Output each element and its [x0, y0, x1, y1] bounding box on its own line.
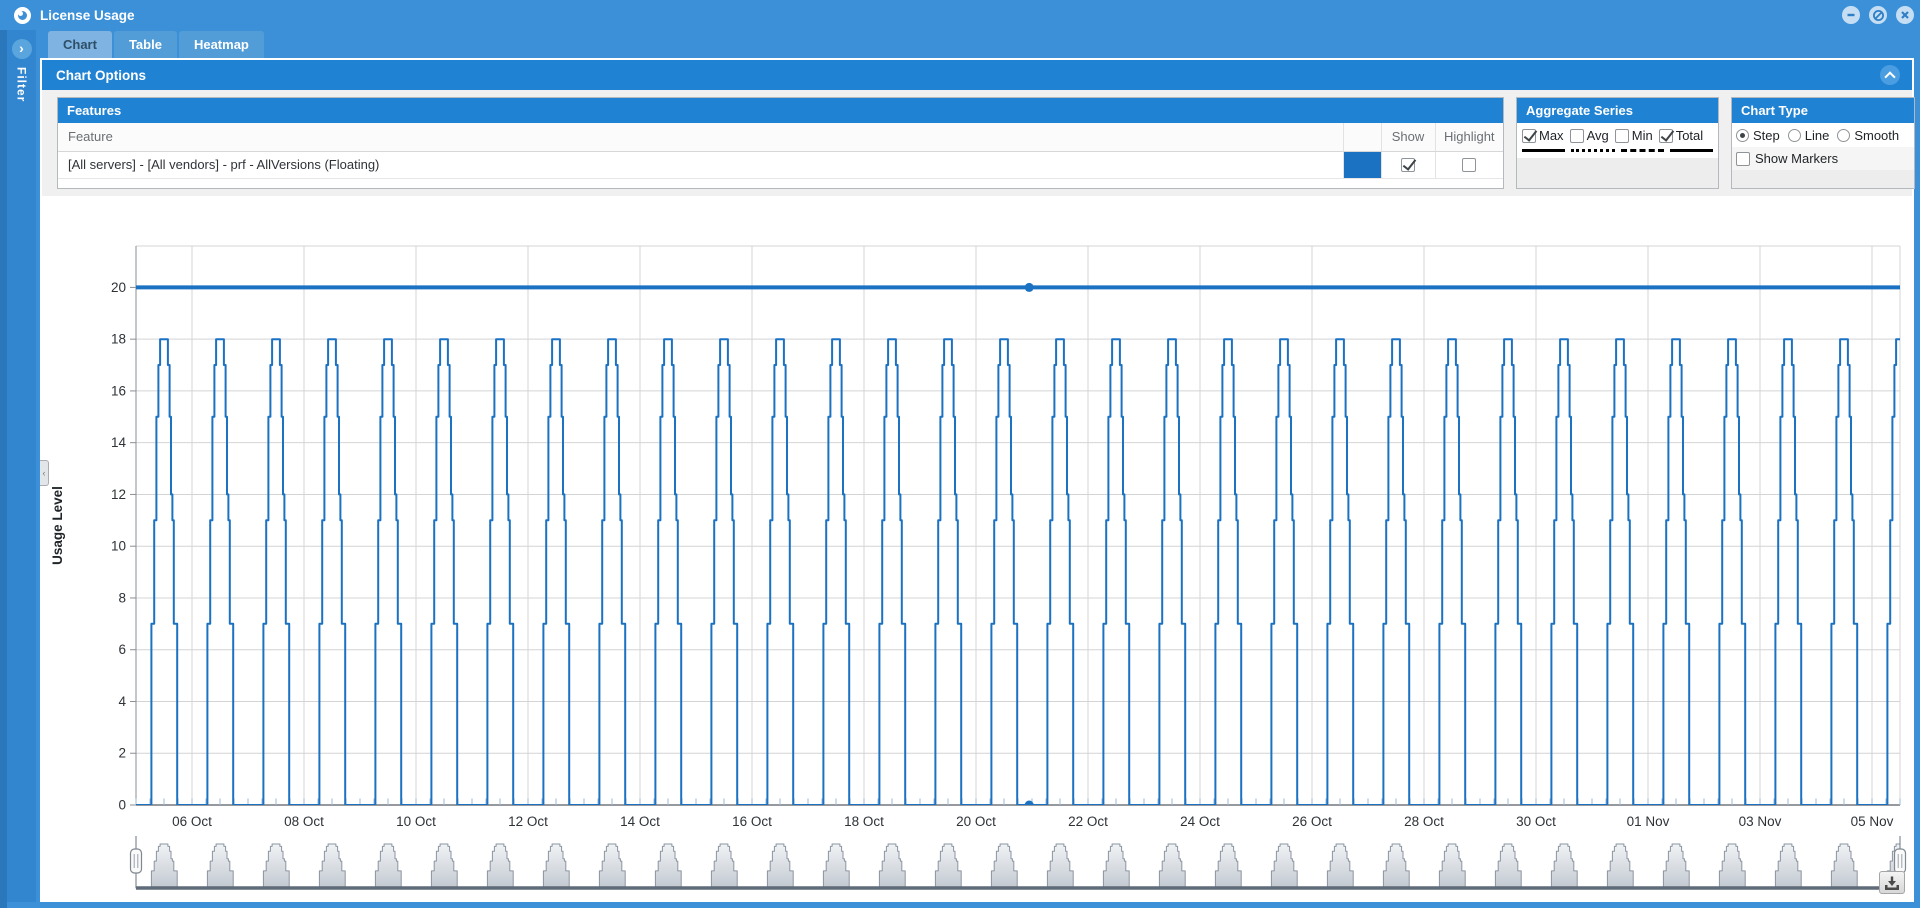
download-chart-button[interactable] [1879, 871, 1905, 894]
show-checkbox[interactable] [1401, 158, 1415, 173]
svg-text:6: 6 [118, 642, 126, 657]
maximize-button[interactable] [1869, 6, 1887, 24]
min-checkbox[interactable] [1614, 128, 1629, 143]
feature-row[interactable]: [All servers] - [All vendors] - prf - Al… [58, 151, 1503, 179]
max-line-style-sample [1522, 147, 1566, 152]
total-label: Total [1675, 128, 1704, 143]
svg-text:03 Nov: 03 Nov [1739, 814, 1782, 829]
svg-text:24 Oct: 24 Oct [1180, 814, 1220, 829]
smooth-label: Smooth [1854, 128, 1900, 143]
svg-text:14 Oct: 14 Oct [620, 814, 660, 829]
column-header-color [1342, 123, 1381, 152]
tab-heatmap[interactable]: Heatmap [178, 31, 264, 58]
show-markers-checkbox[interactable] [1736, 151, 1750, 166]
svg-text:08 Oct: 08 Oct [284, 814, 324, 829]
filter-sidebar-label: Filter [14, 67, 29, 103]
window-controls [1842, 6, 1914, 24]
avg-label: Avg [1586, 128, 1609, 143]
svg-text:14: 14 [111, 435, 127, 450]
column-header-highlight: Highlight [1434, 123, 1503, 152]
min-line-style-sample [1620, 147, 1664, 152]
total-checkbox[interactable] [1658, 128, 1673, 143]
svg-text:18: 18 [111, 332, 126, 347]
step-radio[interactable] [1736, 129, 1749, 142]
filter-sidebar: › Filter [7, 30, 36, 902]
svg-text:18 Oct: 18 Oct [844, 814, 884, 829]
chart-type-radio-row: Step Line Smooth [1732, 123, 1914, 147]
svg-text:12: 12 [111, 487, 126, 502]
avg-checkbox[interactable] [1569, 128, 1584, 143]
show-markers-row: Show Markers [1732, 147, 1914, 170]
smooth-radio[interactable] [1837, 129, 1851, 142]
filter-expand-button[interactable]: › [11, 39, 32, 59]
svg-text:8: 8 [118, 590, 126, 605]
tab-bar: Chart Table Heatmap [48, 31, 264, 58]
chart-type-panel: Chart Type Step Line Smooth Show Markers [1731, 97, 1915, 189]
svg-text:Usage Level: Usage Level [50, 486, 65, 565]
max-checkbox[interactable] [1522, 128, 1536, 143]
aggregate-line-samples [1517, 145, 1718, 158]
feature-name: [All servers] - [All vendors] - prf - Al… [58, 151, 1329, 179]
line-label: Line [1804, 128, 1830, 143]
svg-text:30 Oct: 30 Oct [1516, 814, 1556, 829]
svg-text:12 Oct: 12 Oct [508, 814, 548, 829]
svg-text:10: 10 [111, 539, 126, 554]
step-label: Step [1753, 128, 1780, 143]
column-header-show: Show [1380, 123, 1435, 152]
aggregate-series-title: Aggregate Series [1517, 98, 1718, 123]
aggregate-series-panel: Aggregate Series Max Avg Min Total [1516, 97, 1719, 189]
features-table: Feature Show Highlight [All servers] - [… [58, 123, 1503, 179]
svg-text:20 Oct: 20 Oct [956, 814, 996, 829]
chart-type-title: Chart Type [1732, 98, 1914, 123]
svg-text:0: 0 [118, 798, 126, 813]
svg-text:05 Nov: 05 Nov [1851, 814, 1894, 829]
chart-options-title: Chart Options [56, 67, 146, 83]
feature-show-cell [1380, 151, 1435, 179]
svg-text:28 Oct: 28 Oct [1404, 814, 1444, 829]
download-icon [1885, 876, 1899, 890]
tab-table[interactable]: Table [113, 31, 177, 58]
features-panel-title: Features [58, 98, 1503, 123]
max-label: Max [1539, 128, 1564, 143]
feature-highlight-cell [1434, 151, 1503, 179]
min-label: Min [1631, 128, 1653, 143]
svg-text:20: 20 [111, 280, 126, 295]
chevron-up-icon[interactable] [1880, 65, 1900, 85]
feature-color-swatch[interactable] [1343, 151, 1381, 178]
app-logo-icon [14, 6, 31, 24]
svg-text:26 Oct: 26 Oct [1292, 814, 1332, 829]
avg-line-style-sample [1571, 147, 1615, 152]
svg-text:2: 2 [118, 746, 126, 761]
feature-color-cell[interactable] [1342, 151, 1381, 179]
window-title: License Usage [40, 7, 135, 23]
window-left-edge [0, 30, 7, 908]
features-panel: Features Feature Show Highlight [All ser… [57, 97, 1504, 189]
feature-spacer-cell [1329, 151, 1343, 179]
svg-text:16 Oct: 16 Oct [732, 814, 772, 829]
highlight-checkbox[interactable] [1462, 158, 1477, 173]
aggregate-checkbox-row: Max Avg Min Total [1517, 123, 1718, 145]
minimize-button[interactable] [1842, 6, 1860, 24]
tab-chart[interactable]: Chart [48, 31, 112, 58]
chart-options-header[interactable]: Chart Options [42, 60, 1912, 90]
range-slider-handle-left[interactable] [129, 836, 143, 888]
line-radio[interactable] [1787, 129, 1801, 142]
svg-text:22 Oct: 22 Oct [1068, 814, 1108, 829]
close-button[interactable] [1896, 6, 1914, 24]
svg-text:16: 16 [111, 383, 126, 398]
svg-text:4: 4 [118, 694, 126, 709]
usage-chart: 0 2 4 6 8 10 12 14 16 18 20 06 Oct 08 Oct 10 Oct 12 Oc… [50, 245, 1907, 890]
show-markers-label: Show Markers [1755, 151, 1839, 166]
column-header-spacer [1329, 123, 1343, 152]
column-header-feature: Feature [58, 123, 1329, 152]
chart-options-region: Features Feature Show Highlight [All ser… [42, 90, 1915, 196]
title-bar: License Usage [0, 0, 1920, 30]
svg-text:10 Oct: 10 Oct [396, 814, 436, 829]
splitter-collapse-handle[interactable]: ‹ [40, 460, 49, 486]
svg-text:06 Oct: 06 Oct [172, 814, 212, 829]
total-line-style-sample [1669, 147, 1713, 152]
svg-text:01 Nov: 01 Nov [1627, 814, 1670, 829]
